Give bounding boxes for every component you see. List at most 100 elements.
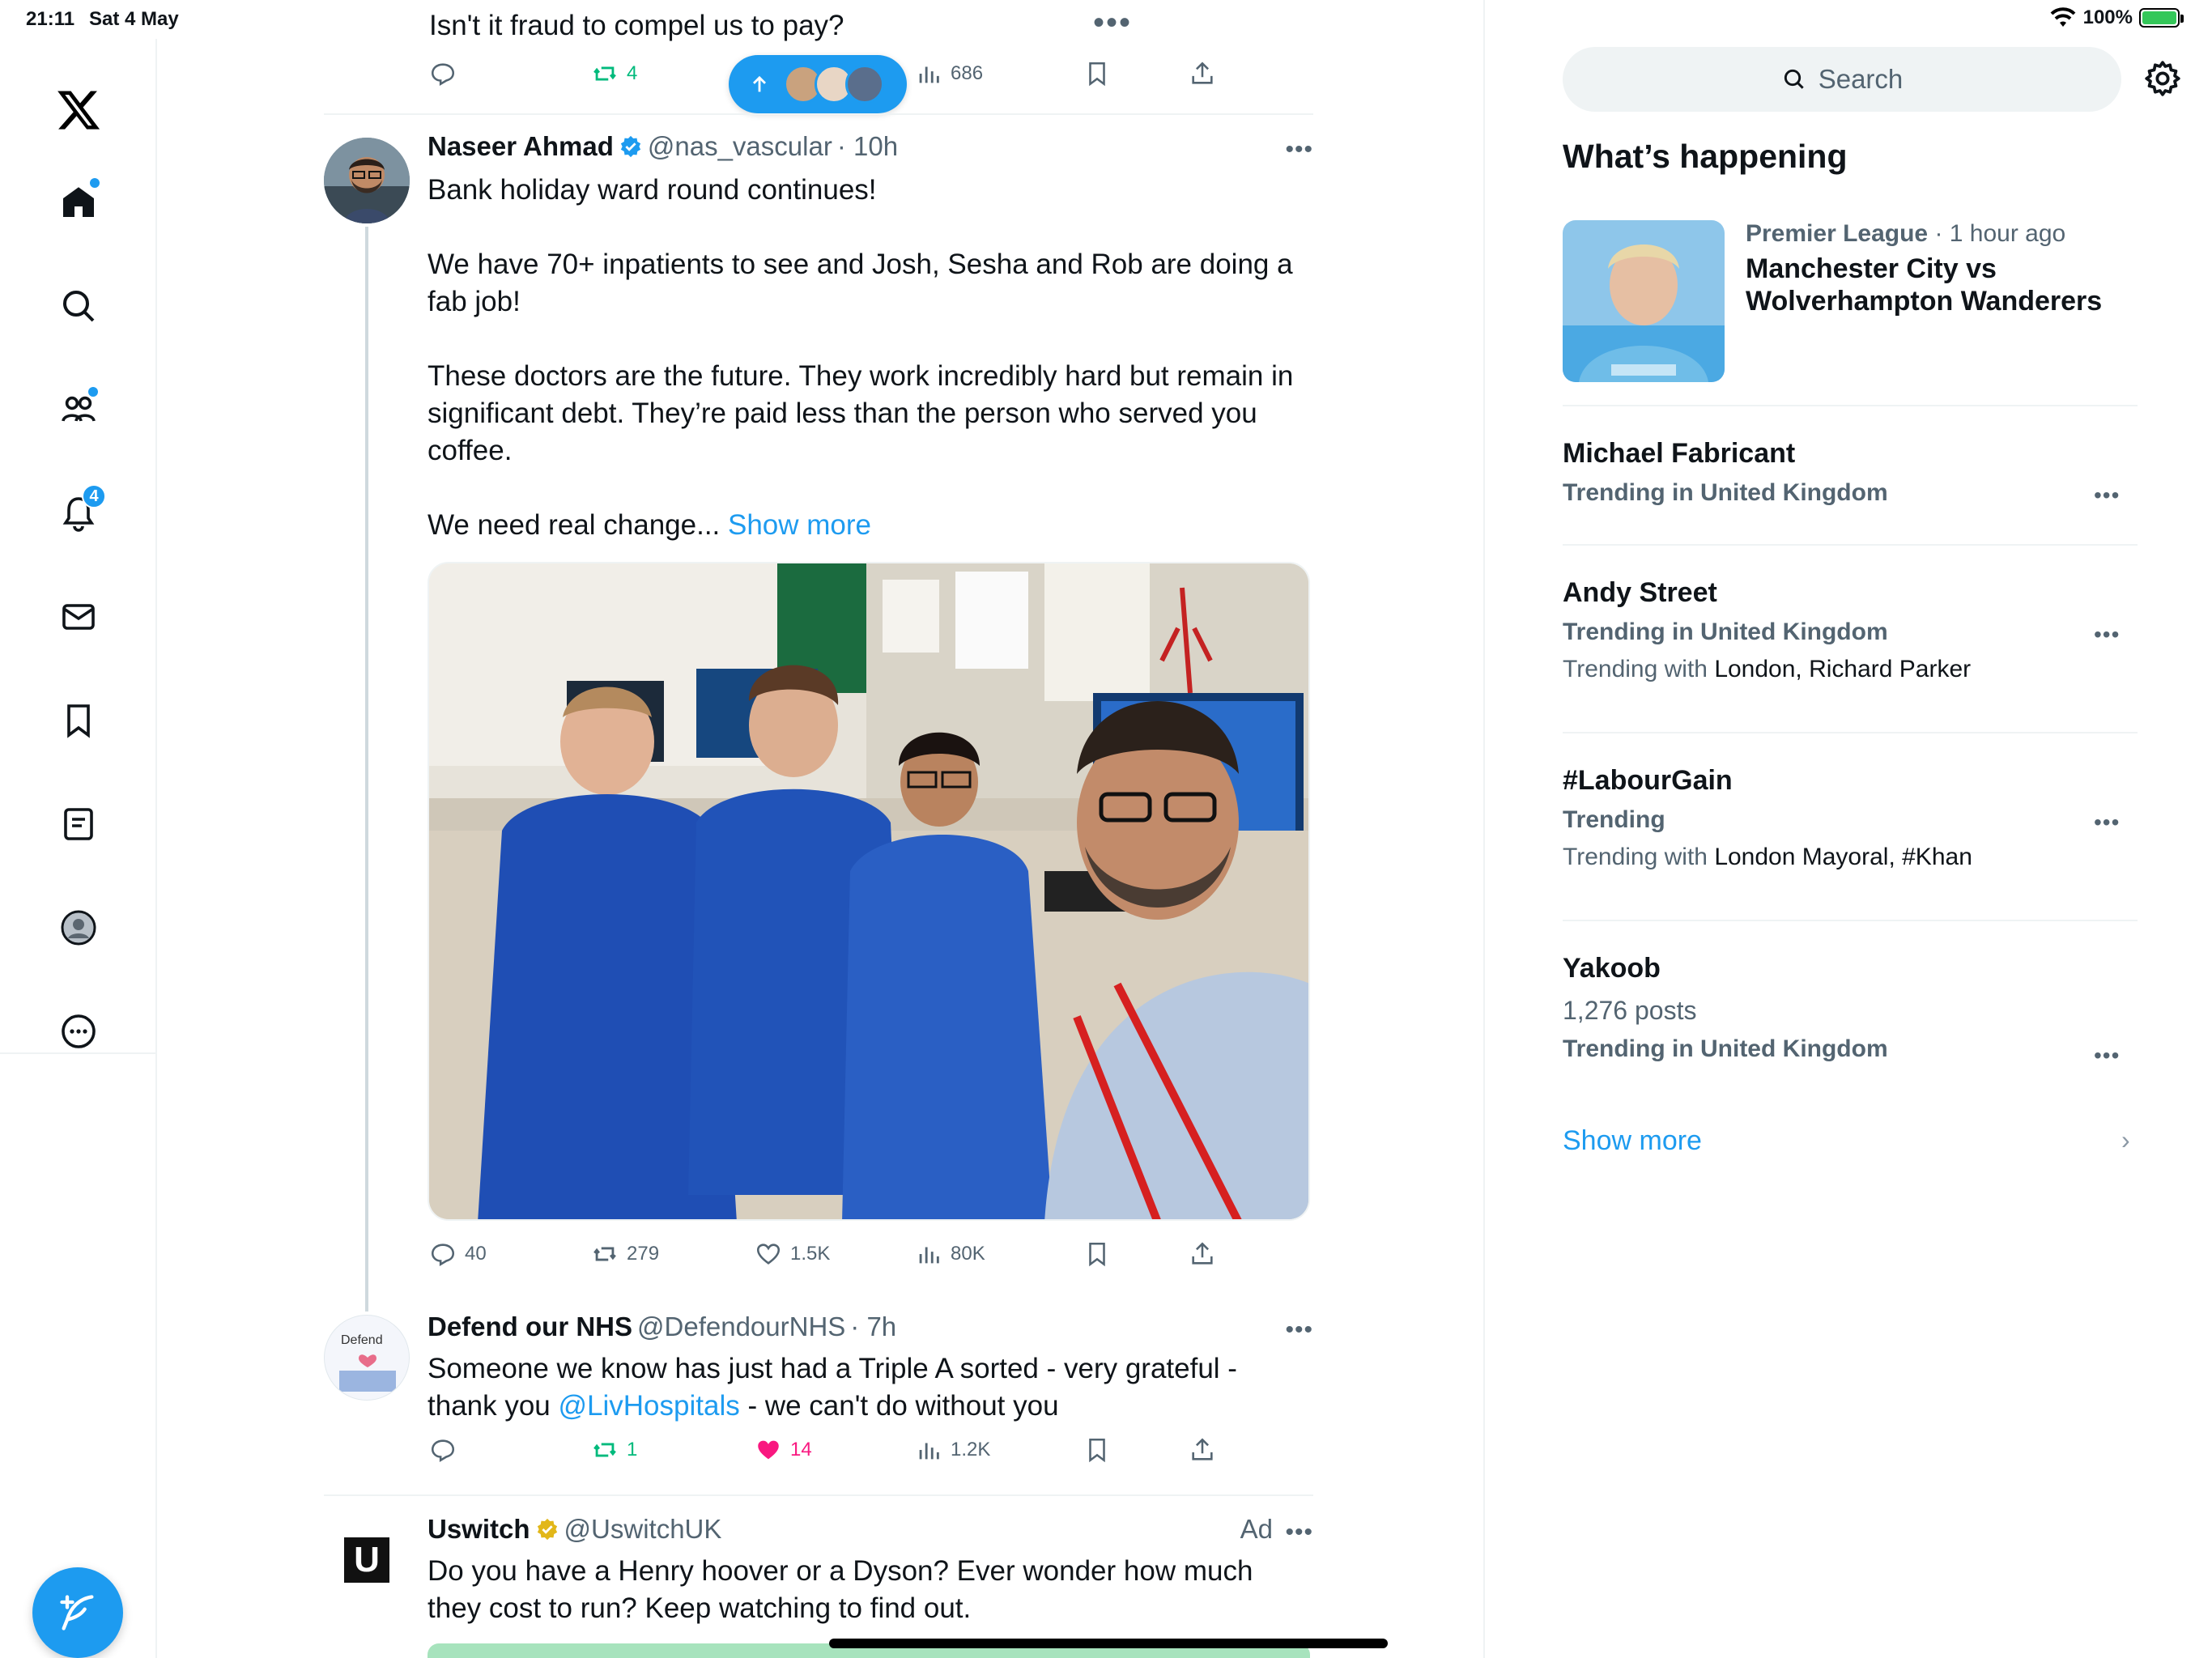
reply-button[interactable]: [429, 1436, 457, 1464]
tweet-paragraph: We need real change... Show more: [428, 507, 1310, 544]
trend-separator: [1563, 544, 2138, 546]
retweet-button[interactable]: 1: [591, 1436, 637, 1464]
show-more-link[interactable]: Show more: [728, 509, 871, 541]
avatar[interactable]: U: [324, 1517, 410, 1603]
gold-verified-badge-icon: [537, 1518, 557, 1541]
search-icon[interactable]: [46, 274, 111, 338]
bookmarks-icon[interactable]: [46, 688, 111, 753]
tweet-defend-nhs[interactable]: Defend Defend our NHS @DefendourNHS · 7h…: [324, 1312, 1313, 1496]
reply-count: 40: [465, 1243, 487, 1265]
x-logo-icon[interactable]: [46, 78, 111, 142]
tweet-more-menu[interactable]: •••: [1285, 136, 1313, 164]
lists-icon[interactable]: [46, 792, 111, 857]
share-icon: [1192, 1438, 1213, 1460]
trend-category: Premier League: [1746, 220, 1929, 247]
tweet-header: Uswitch @UswitchUK: [428, 1514, 721, 1545]
tweet-text: Do you have a Henry hoover or a Dyson? E…: [428, 1555, 1253, 1624]
tweet-naseer[interactable]: Naseer Ahmad @nas_vascular · 10h ••• Ban…: [324, 0, 1313, 1312]
views-button[interactable]: 80K: [915, 1240, 985, 1268]
views-button[interactable]: 1.2K: [915, 1436, 990, 1464]
retweet-count: 1: [627, 1439, 638, 1460]
tweet-uswitch-ad[interactable]: U Uswitch @UswitchUK Ad ••• Do you have …: [324, 1514, 1313, 1658]
like-button[interactable]: 1.5K: [755, 1240, 830, 1268]
gear-icon[interactable]: [2142, 58, 2183, 99]
trend-more-menu[interactable]: •••: [2094, 810, 2120, 835]
trend-more-menu[interactable]: •••: [2094, 483, 2120, 508]
tweet-actions: 40 279 1.5K 80K: [429, 1240, 1312, 1273]
like-count: 1.5K: [790, 1243, 831, 1265]
bookmark-button[interactable]: [1083, 1240, 1111, 1268]
trend-related: Trending with London Mayoral, #Khan: [1563, 844, 2138, 871]
bookmark-button[interactable]: [1083, 1436, 1111, 1464]
trend-subtitle: Trending in United Kingdom: [1563, 479, 1888, 506]
trend-related-label: Trending with: [1563, 656, 1715, 682]
compose-button[interactable]: [32, 1567, 123, 1658]
uswitch-logo: U: [344, 1537, 389, 1583]
trend-more-menu[interactable]: •••: [2094, 1043, 2120, 1069]
like-count: 14: [790, 1439, 812, 1460]
trend-related: Trending with London, Richard Parker: [1563, 656, 2138, 683]
retweet-icon: [593, 1443, 616, 1457]
tweet-more-menu[interactable]: •••: [1285, 1519, 1313, 1546]
share-button[interactable]: [1189, 1436, 1216, 1464]
home-indicator[interactable]: [829, 1639, 1388, 1648]
search-input[interactable]: Search: [1563, 47, 2121, 112]
tweet-photo[interactable]: [428, 562, 1310, 1221]
tweet-header: Defend our NHS @DefendourNHS · 7h: [428, 1312, 896, 1342]
tweet-text-end: We need real change...: [428, 509, 721, 541]
tweet-text: Bank holiday ward round continues! We ha…: [428, 172, 1310, 544]
author-handle[interactable]: @nas_vascular: [648, 131, 832, 162]
tweet-more-menu[interactable]: •••: [1285, 1316, 1313, 1344]
chevron-right-icon[interactable]: ›: [2121, 1125, 2130, 1155]
trend-item[interactable]: Yakoob 1,276 posts Trending in United Ki…: [1563, 952, 2138, 1082]
author-name[interactable]: Naseer Ahmad: [428, 131, 614, 162]
retweet-button[interactable]: 279: [591, 1240, 659, 1268]
search-placeholder: Search: [1818, 64, 1904, 94]
avatar[interactable]: Defend: [324, 1315, 410, 1401]
show-more-link[interactable]: Show more: [1563, 1125, 1702, 1157]
views-count: 1.2K: [951, 1439, 991, 1460]
ad-label: Ad: [1240, 1514, 1273, 1544]
featured-trend[interactable]: Premier League · 1 hour ago Manchester C…: [1563, 220, 2138, 382]
communities-notification-dot: [88, 387, 98, 397]
tweet-text-part: - we can't do without you: [739, 1390, 1059, 1422]
tweet-actions: 1 14 1.2K: [429, 1436, 1312, 1469]
author-handle[interactable]: @UswitchUK: [564, 1514, 722, 1545]
trend-item[interactable]: Michael Fabricant Trending in United Kin…: [1563, 437, 2138, 526]
status-time: 21:11: [26, 8, 75, 30]
trend-item[interactable]: #LabourGain Trending Trending with Londo…: [1563, 764, 2138, 894]
author-name[interactable]: Uswitch: [428, 1514, 530, 1545]
home-icon[interactable]: [46, 170, 111, 235]
trend-title: #LabourGain: [1563, 765, 1733, 796]
avatar[interactable]: [324, 138, 410, 223]
section-title: What’s happening: [1563, 138, 1848, 175]
heart-filled-icon: [758, 1440, 779, 1460]
communities-icon[interactable]: [46, 377, 111, 442]
trend-more-menu[interactable]: •••: [2094, 622, 2120, 648]
right-sidebar: Search What’s happening Premier League ·…: [1563, 0, 2212, 1658]
share-button[interactable]: [1189, 1240, 1216, 1268]
featured-trend-meta: Premier League · 1 hour ago Manchester C…: [1746, 220, 2126, 317]
trend-item[interactable]: Andy Street Trending in United Kingdom T…: [1563, 576, 2138, 706]
mention-link[interactable]: @LivHospitals: [559, 1390, 740, 1422]
tweet-header: Naseer Ahmad @nas_vascular · 10h: [428, 131, 898, 162]
trend-separator: [1563, 405, 2138, 406]
trend-title: Manchester City vs Wolverhampton Wandere…: [1746, 253, 2103, 317]
messages-icon[interactable]: [46, 585, 111, 649]
reply-button[interactable]: 40: [429, 1240, 487, 1268]
retweet-icon: [593, 1247, 616, 1261]
author-name[interactable]: Defend our NHS: [428, 1312, 632, 1342]
author-handle[interactable]: @DefendourNHS: [637, 1312, 845, 1342]
notifications-icon[interactable]: 4: [46, 481, 111, 546]
reply-icon: [431, 1244, 455, 1267]
trend-title: Yakoob: [1563, 953, 1661, 984]
retweet-count: 279: [627, 1243, 660, 1265]
home-notification-dot: [90, 178, 100, 188]
profile-icon[interactable]: [46, 895, 111, 960]
trend-post-count: 1,276 posts: [1563, 996, 1697, 1025]
trend-title: Michael Fabricant: [1563, 438, 1796, 469]
like-button[interactable]: 14: [755, 1436, 812, 1464]
more-icon[interactable]: [46, 999, 111, 1064]
tweet-paragraph: We have 70+ inpatients to see and Josh, …: [428, 249, 1293, 317]
bookmark-icon: [1089, 1438, 1105, 1463]
